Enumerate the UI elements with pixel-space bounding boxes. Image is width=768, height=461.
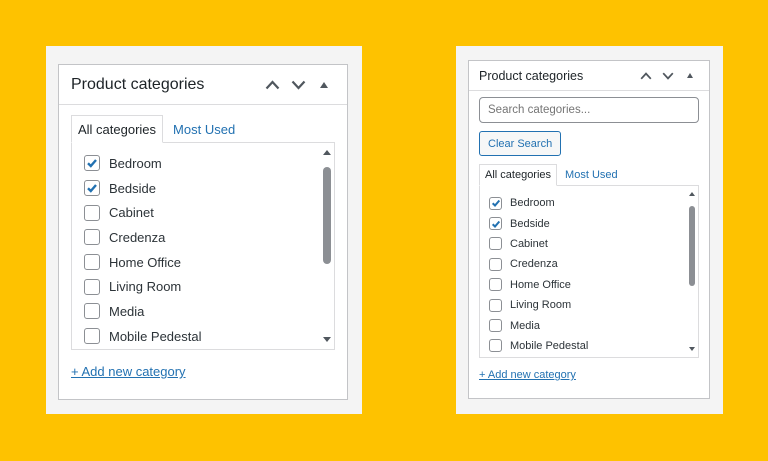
left-panel-frame: Product categories All categories Most U… (46, 46, 362, 414)
category-label: Living Room (109, 279, 182, 295)
scrollbar-thumb[interactable] (323, 167, 331, 264)
category-label: Media (510, 319, 540, 332)
header-controls (259, 73, 337, 97)
category-checkbox[interactable] (84, 303, 100, 320)
scrollbar[interactable] (686, 186, 698, 357)
category-checkbox[interactable] (84, 328, 100, 345)
category-item[interactable]: Living Room (72, 274, 334, 299)
tab-all-categories[interactable]: All categories (479, 164, 558, 186)
scroll-up-icon[interactable] (689, 192, 695, 196)
category-checkbox[interactable] (84, 254, 100, 271)
category-label: Mobile Pedestal (109, 328, 202, 344)
add-new-category-link[interactable]: + Add new category (479, 369, 576, 381)
box-inside: Clear Search All categories Most Used Be… (469, 91, 709, 383)
category-item[interactable]: Media (480, 315, 698, 335)
tab-most-used[interactable]: Most Used (557, 164, 623, 186)
tab-most-used[interactable]: Most Used (163, 115, 241, 143)
right-panel-frame: Product categories Clear Search All cate… (456, 46, 723, 414)
category-checklist-panel[interactable]: Bedroom Bedside Cabinet Credenza Home Office… (71, 142, 335, 350)
category-label: Bedside (109, 180, 156, 196)
category-item[interactable]: Credenza (480, 254, 698, 274)
category-checkbox[interactable] (84, 204, 100, 221)
category-checkbox[interactable] (489, 278, 502, 292)
category-label: Living Room (510, 299, 572, 312)
chevron-down-icon[interactable] (285, 73, 311, 97)
category-checkbox[interactable] (84, 180, 100, 197)
category-list: Bedroom Bedside Cabinet Credenza Home Office… (72, 143, 334, 349)
toggle-arrow-icon[interactable] (311, 73, 337, 97)
category-item[interactable]: Cabinet (72, 200, 334, 225)
scrollbar-thumb[interactable] (689, 206, 695, 286)
category-item[interactable]: Bedroom (72, 151, 334, 176)
check-icon (491, 200, 500, 208)
category-checkbox[interactable] (489, 217, 502, 231)
check-icon (491, 220, 500, 228)
category-checkbox[interactable] (489, 298, 502, 312)
category-tabs: All categories Most Used (479, 164, 699, 186)
category-item[interactable]: Home Office (72, 250, 334, 275)
header-controls (635, 66, 701, 86)
box-header: Product categories (59, 65, 347, 105)
toggle-arrow-icon[interactable] (679, 66, 701, 86)
box-title: Product categories (71, 75, 205, 93)
product-categories-box: Product categories All categories Most U… (58, 64, 348, 400)
box-title: Product categories (479, 68, 584, 83)
category-checklist-panel[interactable]: Bedroom Bedside Cabinet Credenza Home Office… (479, 185, 699, 358)
category-item[interactable]: Bedside (480, 213, 698, 233)
category-label: Mobile Pedestal (510, 339, 589, 352)
category-label: Home Office (510, 278, 571, 291)
category-item[interactable]: Living Room (480, 295, 698, 315)
add-new-category-link[interactable]: + Add new category (71, 364, 186, 379)
category-list: Bedroom Bedside Cabinet Credenza Home Office… (480, 186, 698, 356)
scroll-up-icon[interactable] (323, 150, 331, 155)
category-label: Cabinet (510, 237, 548, 250)
clear-search-button[interactable]: Clear Search (479, 131, 562, 156)
product-categories-box: Product categories Clear Search All cate… (468, 60, 710, 399)
tab-all-categories[interactable]: All categories (71, 115, 164, 143)
chevron-up-icon[interactable] (259, 73, 285, 97)
search-categories-input[interactable] (479, 97, 699, 123)
scrollbar[interactable] (320, 143, 334, 349)
check-icon (87, 184, 97, 193)
category-item[interactable]: Home Office (480, 275, 698, 295)
scroll-down-icon[interactable] (689, 347, 695, 351)
category-item[interactable]: Mobile Pedestal (72, 324, 334, 349)
category-label: Bedroom (510, 197, 555, 210)
category-label: Cabinet (109, 205, 154, 221)
category-label: Media (109, 303, 145, 319)
category-checkbox[interactable] (489, 339, 502, 353)
category-tabs: All categories Most Used (71, 115, 335, 143)
box-inside: All categories Most Used Bedroom Bedside C… (59, 105, 347, 381)
category-item[interactable]: Credenza (72, 225, 334, 250)
chevron-up-icon[interactable] (635, 66, 657, 86)
category-checkbox[interactable] (489, 319, 502, 333)
category-item[interactable]: Mobile Pedestal (480, 336, 698, 356)
category-item[interactable]: Bedroom (480, 193, 698, 213)
category-checkbox[interactable] (84, 155, 100, 172)
category-label: Bedroom (109, 155, 162, 171)
chevron-down-icon[interactable] (657, 66, 679, 86)
category-item[interactable]: Bedside (72, 176, 334, 201)
scroll-down-icon[interactable] (323, 337, 331, 342)
category-label: Credenza (510, 258, 558, 271)
category-checkbox[interactable] (489, 237, 502, 251)
category-checkbox[interactable] (84, 278, 100, 295)
category-checkbox[interactable] (489, 196, 502, 210)
box-header: Product categories (469, 61, 709, 91)
category-item[interactable]: Cabinet (480, 234, 698, 254)
check-icon (87, 159, 97, 169)
category-item[interactable]: Media (72, 299, 334, 324)
category-checkbox[interactable] (84, 229, 100, 246)
category-checkbox[interactable] (489, 257, 502, 271)
category-label: Credenza (109, 229, 166, 245)
category-label: Bedside (510, 217, 550, 230)
category-label: Home Office (109, 254, 182, 270)
